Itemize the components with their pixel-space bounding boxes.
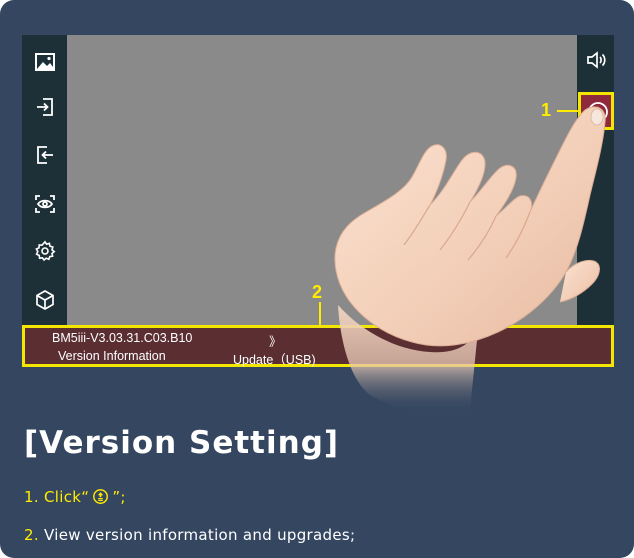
step-1-text-after: ”;	[112, 488, 126, 506]
step-2-number: 2.	[24, 526, 39, 544]
step-2-text: View version information and upgrades;	[44, 526, 356, 544]
page-title: [Version Setting]	[24, 425, 340, 461]
instruction-step-2: 2. View version information and upgrades…	[24, 526, 355, 544]
instruction-card: 1 2 BM5iii-V3.03.31.C03.B10 Version Info…	[0, 0, 634, 558]
instruction-step-1: 1. Click“ ”;	[24, 488, 126, 506]
upgrade-icon	[93, 489, 109, 504]
pointing-hand-illustration	[334, 106, 606, 415]
step-1-text-before: Click“	[44, 488, 90, 506]
step-1-number: 1.	[24, 488, 39, 506]
